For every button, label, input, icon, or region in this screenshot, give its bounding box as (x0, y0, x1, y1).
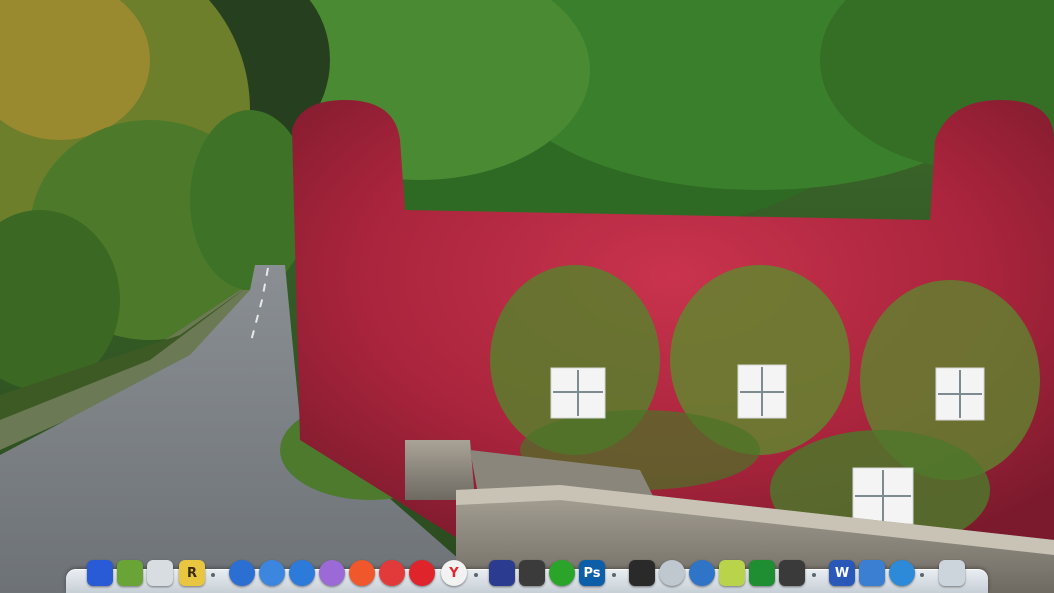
desktop (0, 0, 1054, 593)
document-icon (859, 560, 885, 586)
app-store-icon (659, 560, 685, 586)
earth-icon (689, 560, 715, 586)
brave-icon (349, 560, 375, 586)
dock-separator (920, 573, 924, 577)
dock-item-jamaica-flag[interactable] (748, 559, 776, 587)
dock-item-globe-browser[interactable] (258, 559, 286, 587)
green-ball-icon (549, 560, 575, 586)
trash-icon (939, 560, 965, 586)
dock-item-opera[interactable] (408, 559, 436, 587)
wallpaper-image (0, 0, 1054, 593)
tor-browser-icon (319, 560, 345, 586)
word-icon: W (829, 560, 855, 586)
dock-item-safari[interactable] (288, 559, 316, 587)
dock-item-brave[interactable] (348, 559, 376, 587)
dock-item-tor-browser[interactable] (318, 559, 346, 587)
camera-app-icon (519, 560, 545, 586)
globe-browser-icon (259, 560, 285, 586)
dock-item-finder[interactable] (86, 559, 114, 587)
dock-item-glyph: R (186, 565, 197, 581)
pencil-icon (719, 560, 745, 586)
save-disk-icon (489, 560, 515, 586)
dock-separator (812, 573, 816, 577)
dock-item-mail[interactable] (146, 559, 174, 587)
dock-item-glyph: Ps (583, 565, 601, 581)
dock-icons: R Y Ps W (0, 559, 1054, 593)
r-app-icon: R (179, 560, 205, 586)
photoshop-icon: Ps (579, 560, 605, 586)
firefox-icon (229, 560, 255, 586)
dock-item-clapper[interactable] (628, 559, 656, 587)
dock-item-vivaldi[interactable] (378, 559, 406, 587)
dock-item-yandex[interactable]: Y (440, 559, 468, 587)
opera-icon (409, 560, 435, 586)
dock-item-save-disk[interactable] (488, 559, 516, 587)
gourd-icon (117, 560, 143, 586)
dock-item-word[interactable]: W (828, 559, 856, 587)
yandex-icon: Y (441, 560, 467, 586)
dock-item-r-app[interactable]: R (178, 559, 206, 587)
dock-item-earth[interactable] (688, 559, 716, 587)
dock-item-firefox[interactable] (228, 559, 256, 587)
mail-icon (147, 560, 173, 586)
dock-item-gourd[interactable] (116, 559, 144, 587)
vivaldi-icon (379, 560, 405, 586)
safari-icon (289, 560, 315, 586)
dock-separator (211, 573, 215, 577)
dock-item-trash[interactable] (938, 559, 966, 587)
finder-icon (87, 560, 113, 586)
dock-item-glyph: W (834, 565, 850, 581)
dock-item-app-store[interactable] (658, 559, 686, 587)
dock-item-green-ball[interactable] (548, 559, 576, 587)
dock-separator (612, 573, 616, 577)
dock-item-camera-app[interactable] (518, 559, 546, 587)
dock-separator (474, 573, 478, 577)
screenshot-icon (779, 560, 805, 586)
dock-item-document[interactable] (858, 559, 886, 587)
dock-item-pencil[interactable] (718, 559, 746, 587)
dock-item-screenshot[interactable] (778, 559, 806, 587)
jamaica-flag-icon (749, 560, 775, 586)
clapper-icon (629, 560, 655, 586)
airline-icon (889, 560, 915, 586)
dock-item-glyph: Y (449, 565, 459, 581)
dock-item-airline[interactable] (888, 559, 916, 587)
dock-item-photoshop[interactable]: Ps (578, 559, 606, 587)
